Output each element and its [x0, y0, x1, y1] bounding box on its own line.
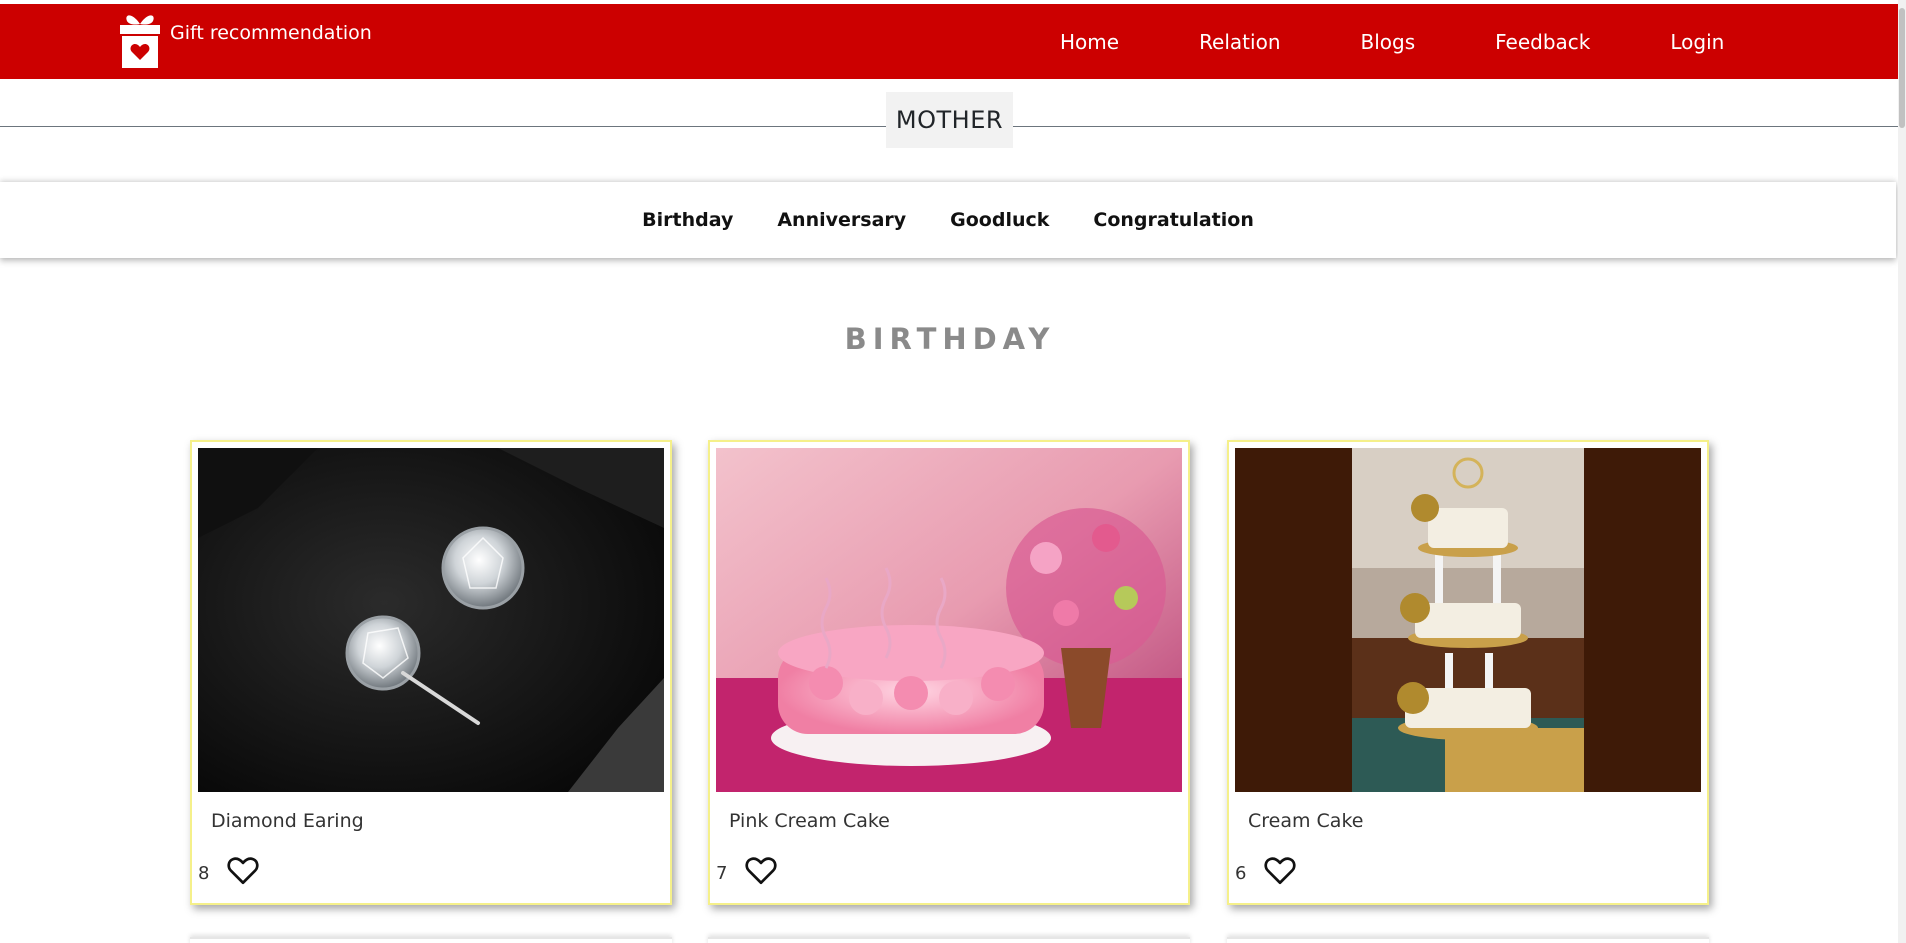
occasion-nav: Birthday Anniversary Goodluck Congratula… — [0, 182, 1896, 258]
heart-outline-icon[interactable] — [1263, 854, 1297, 886]
brand-link[interactable]: Gift recommendation — [118, 10, 372, 74]
product-name: Cream Cake — [1248, 810, 1364, 832]
heart-outline-icon[interactable] — [744, 854, 778, 886]
tiered-cream-cake-photo[interactable] — [1235, 448, 1701, 792]
product-card[interactable]: Cream Cake 6 — [1227, 440, 1709, 905]
pink-cake-photo[interactable] — [716, 448, 1182, 792]
product-card-next-row — [1227, 937, 1709, 943]
product-card[interactable]: Diamond Earing 8 — [190, 440, 672, 905]
relation-heading: MOTHER — [0, 92, 1900, 152]
diamond-earrings-photo[interactable] — [198, 448, 664, 792]
page-scrollbar[interactable] — [1898, 0, 1906, 943]
brand-text: Gift recommendation — [170, 22, 372, 44]
occasion-congratulation[interactable]: Congratulation — [1093, 209, 1253, 231]
like-count: 8 — [198, 863, 210, 884]
relation-title: MOTHER — [886, 92, 1013, 148]
section-title: BIRTHDAY — [844, 322, 1056, 356]
product-name: Diamond Earing — [211, 810, 364, 832]
nav-feedback[interactable]: Feedback — [1495, 30, 1590, 54]
top-navbar: Gift recommendation Home Relation Blogs … — [0, 4, 1900, 79]
occasion-anniversary[interactable]: Anniversary — [777, 209, 906, 231]
occasion-goodluck[interactable]: Goodluck — [950, 209, 1049, 231]
gift-heart-icon — [118, 10, 170, 74]
nav-login[interactable]: Login — [1670, 30, 1724, 54]
scrollbar-thumb[interactable] — [1899, 8, 1905, 128]
heart-outline-icon[interactable] — [226, 854, 260, 886]
product-name: Pink Cream Cake — [729, 810, 890, 832]
main-nav: Home Relation Blogs Feedback Login — [1060, 4, 1724, 79]
like-count: 6 — [1235, 863, 1247, 884]
occasion-birthday[interactable]: Birthday — [642, 209, 733, 231]
nav-blogs[interactable]: Blogs — [1361, 30, 1416, 54]
product-card-next-row — [708, 937, 1190, 943]
nav-relation[interactable]: Relation — [1199, 30, 1280, 54]
nav-home[interactable]: Home — [1060, 30, 1119, 54]
like-count: 7 — [716, 863, 728, 884]
product-card-next-row — [190, 937, 672, 943]
product-card[interactable]: Pink Cream Cake 7 — [708, 440, 1190, 905]
